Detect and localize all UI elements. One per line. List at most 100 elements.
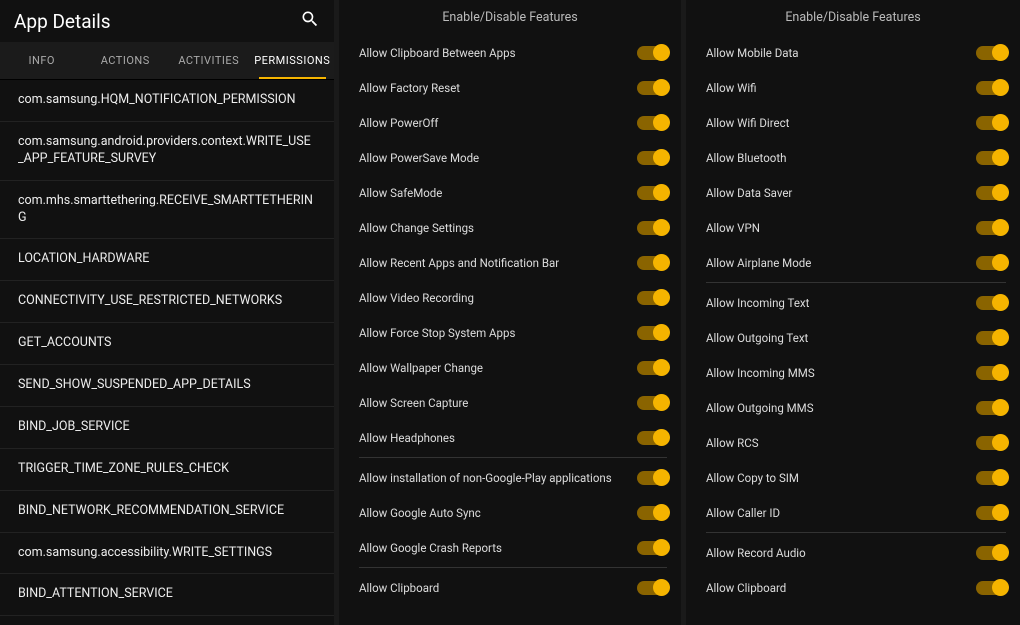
feature-label: Allow Screen Capture: [359, 396, 468, 410]
toggle-switch[interactable]: [637, 581, 667, 595]
toggle-switch[interactable]: [637, 396, 667, 410]
feature-row: Allow PowerOff: [359, 105, 667, 140]
tab-activities[interactable]: ACTIVITIES: [167, 42, 251, 79]
toggle-switch[interactable]: [637, 291, 667, 305]
toggle-switch[interactable]: [976, 401, 1006, 415]
feature-row: Allow Google Crash Reports: [359, 530, 667, 565]
toggle-switch[interactable]: [637, 186, 667, 200]
toggle-switch[interactable]: [976, 116, 1006, 130]
feature-label: Allow Data Saver: [706, 186, 792, 200]
feature-row: Allow Wifi Direct: [706, 105, 1006, 140]
toggle-switch[interactable]: [637, 431, 667, 445]
toggle-switch[interactable]: [637, 81, 667, 95]
permission-item[interactable]: BIND_ATTENTION_SERVICE: [0, 574, 334, 616]
toggle-knob: [992, 469, 1009, 486]
permission-item[interactable]: BIND_JOB_SERVICE: [0, 407, 334, 449]
permission-item[interactable]: SEND_SHOW_SUSPENDED_APP_DETAILS: [0, 365, 334, 407]
feature-label: Allow Change Settings: [359, 221, 474, 235]
tab-info[interactable]: INFO: [0, 42, 84, 79]
toggle-switch[interactable]: [976, 436, 1006, 450]
permission-item[interactable]: com.samsung.accessibility.WRITE_SETTINGS: [0, 533, 334, 575]
features-list[interactable]: Allow Clipboard Between AppsAllow Factor…: [339, 35, 681, 620]
permission-item[interactable]: com.samsung.HQM_NOTIFICATION_PERMISSION: [0, 80, 334, 122]
feature-label: Allow Airplane Mode: [706, 256, 811, 270]
feature-label: Allow Google Crash Reports: [359, 541, 502, 555]
feature-row: Allow Force Stop System Apps: [359, 315, 667, 350]
toggle-switch[interactable]: [637, 506, 667, 520]
feature-label: Allow Incoming MMS: [706, 366, 815, 380]
feature-row: Allow Screen Capture: [359, 385, 667, 420]
toggle-switch[interactable]: [637, 46, 667, 60]
toggle-knob: [653, 539, 670, 556]
feature-label: Allow Wallpaper Change: [359, 361, 483, 375]
feature-label: Allow Outgoing MMS: [706, 401, 814, 415]
toggle-knob: [992, 44, 1009, 61]
toggle-switch[interactable]: [637, 361, 667, 375]
feature-label: Allow Google Auto Sync: [359, 506, 481, 520]
toggle-knob: [653, 114, 670, 131]
toggle-switch[interactable]: [976, 546, 1006, 560]
feature-label: Allow Force Stop System Apps: [359, 326, 515, 340]
feature-label: Allow Copy to SIM: [706, 471, 799, 485]
permission-item[interactable]: GET_ACCOUNTS: [0, 323, 334, 365]
toggle-knob: [653, 429, 670, 446]
toggle-knob: [992, 399, 1009, 416]
permission-item[interactable]: TRIGGER_TIME_ZONE_RULES_CHECK: [0, 449, 334, 491]
feature-label: Allow VPN: [706, 221, 760, 235]
permission-item[interactable]: CONNECTIVITY_USE_RESTRICTED_NETWORKS: [0, 281, 334, 323]
feature-row: Allow SafeMode: [359, 175, 667, 210]
feature-label: Allow PowerOff: [359, 116, 438, 130]
permission-item[interactable]: LOCATION_HARDWARE: [0, 239, 334, 281]
feature-row: Allow Factory Reset: [359, 70, 667, 105]
toggle-knob: [653, 44, 670, 61]
feature-row: Allow installation of non-Google-Play ap…: [359, 460, 667, 495]
toggle-switch[interactable]: [637, 221, 667, 235]
feature-row: Allow Clipboard: [706, 570, 1006, 605]
feature-row: Allow Airplane Mode: [706, 245, 1006, 280]
toggle-switch[interactable]: [976, 81, 1006, 95]
toggle-knob: [653, 504, 670, 521]
feature-row: Allow Wifi: [706, 70, 1006, 105]
tab-permissions[interactable]: PERMISSIONS: [251, 42, 335, 79]
toggle-switch[interactable]: [976, 366, 1006, 380]
feature-label: Allow Bluetooth: [706, 151, 786, 165]
feature-label: Allow Clipboard: [706, 581, 786, 595]
toggle-switch[interactable]: [976, 256, 1006, 270]
permission-item[interactable]: BIND_NETWORK_RECOMMENDATION_SERVICE: [0, 491, 334, 533]
toggle-switch[interactable]: [976, 581, 1006, 595]
toggle-switch[interactable]: [976, 151, 1006, 165]
feature-label: Allow installation of non-Google-Play ap…: [359, 471, 612, 485]
feature-row: Allow VPN: [706, 210, 1006, 245]
tab-actions[interactable]: ACTIONS: [84, 42, 168, 79]
toggle-switch[interactable]: [637, 326, 667, 340]
toggle-switch[interactable]: [976, 186, 1006, 200]
toggle-knob: [653, 254, 670, 271]
toggle-switch[interactable]: [976, 46, 1006, 60]
toggle-knob: [653, 289, 670, 306]
permission-item[interactable]: com.samsung.android.providers.context.WR…: [0, 122, 334, 181]
feature-row: Allow Clipboard: [359, 570, 667, 605]
toggle-switch[interactable]: [637, 471, 667, 485]
toggle-knob: [992, 329, 1009, 346]
toggle-switch[interactable]: [976, 471, 1006, 485]
features-list[interactable]: Allow Mobile DataAllow WifiAllow Wifi Di…: [686, 35, 1020, 620]
toggle-switch[interactable]: [637, 151, 667, 165]
toggle-switch[interactable]: [976, 221, 1006, 235]
feature-row: Allow Copy to SIM: [706, 460, 1006, 495]
panel-features-2: Enable/Disable Features Allow Mobile Dat…: [686, 0, 1020, 625]
permission-item[interactable]: CONTROL_VPN: [0, 616, 334, 625]
toggle-switch[interactable]: [976, 331, 1006, 345]
search-icon[interactable]: [300, 9, 320, 33]
toggle-switch[interactable]: [976, 296, 1006, 310]
feature-row: Allow Clipboard Between Apps: [359, 35, 667, 70]
permissions-list[interactable]: com.samsung.HQM_NOTIFICATION_PERMISSIONc…: [0, 80, 334, 625]
toggle-knob: [992, 219, 1009, 236]
toggle-switch[interactable]: [976, 506, 1006, 520]
feature-label: Allow SafeMode: [359, 186, 442, 200]
permission-item[interactable]: com.mhs.smarttethering.RECEIVE_SMARTTETH…: [0, 181, 334, 240]
toggle-switch[interactable]: [637, 256, 667, 270]
toggle-switch[interactable]: [637, 116, 667, 130]
features-header: Enable/Disable Features: [339, 0, 681, 35]
separator: [706, 532, 1006, 533]
toggle-switch[interactable]: [637, 541, 667, 555]
